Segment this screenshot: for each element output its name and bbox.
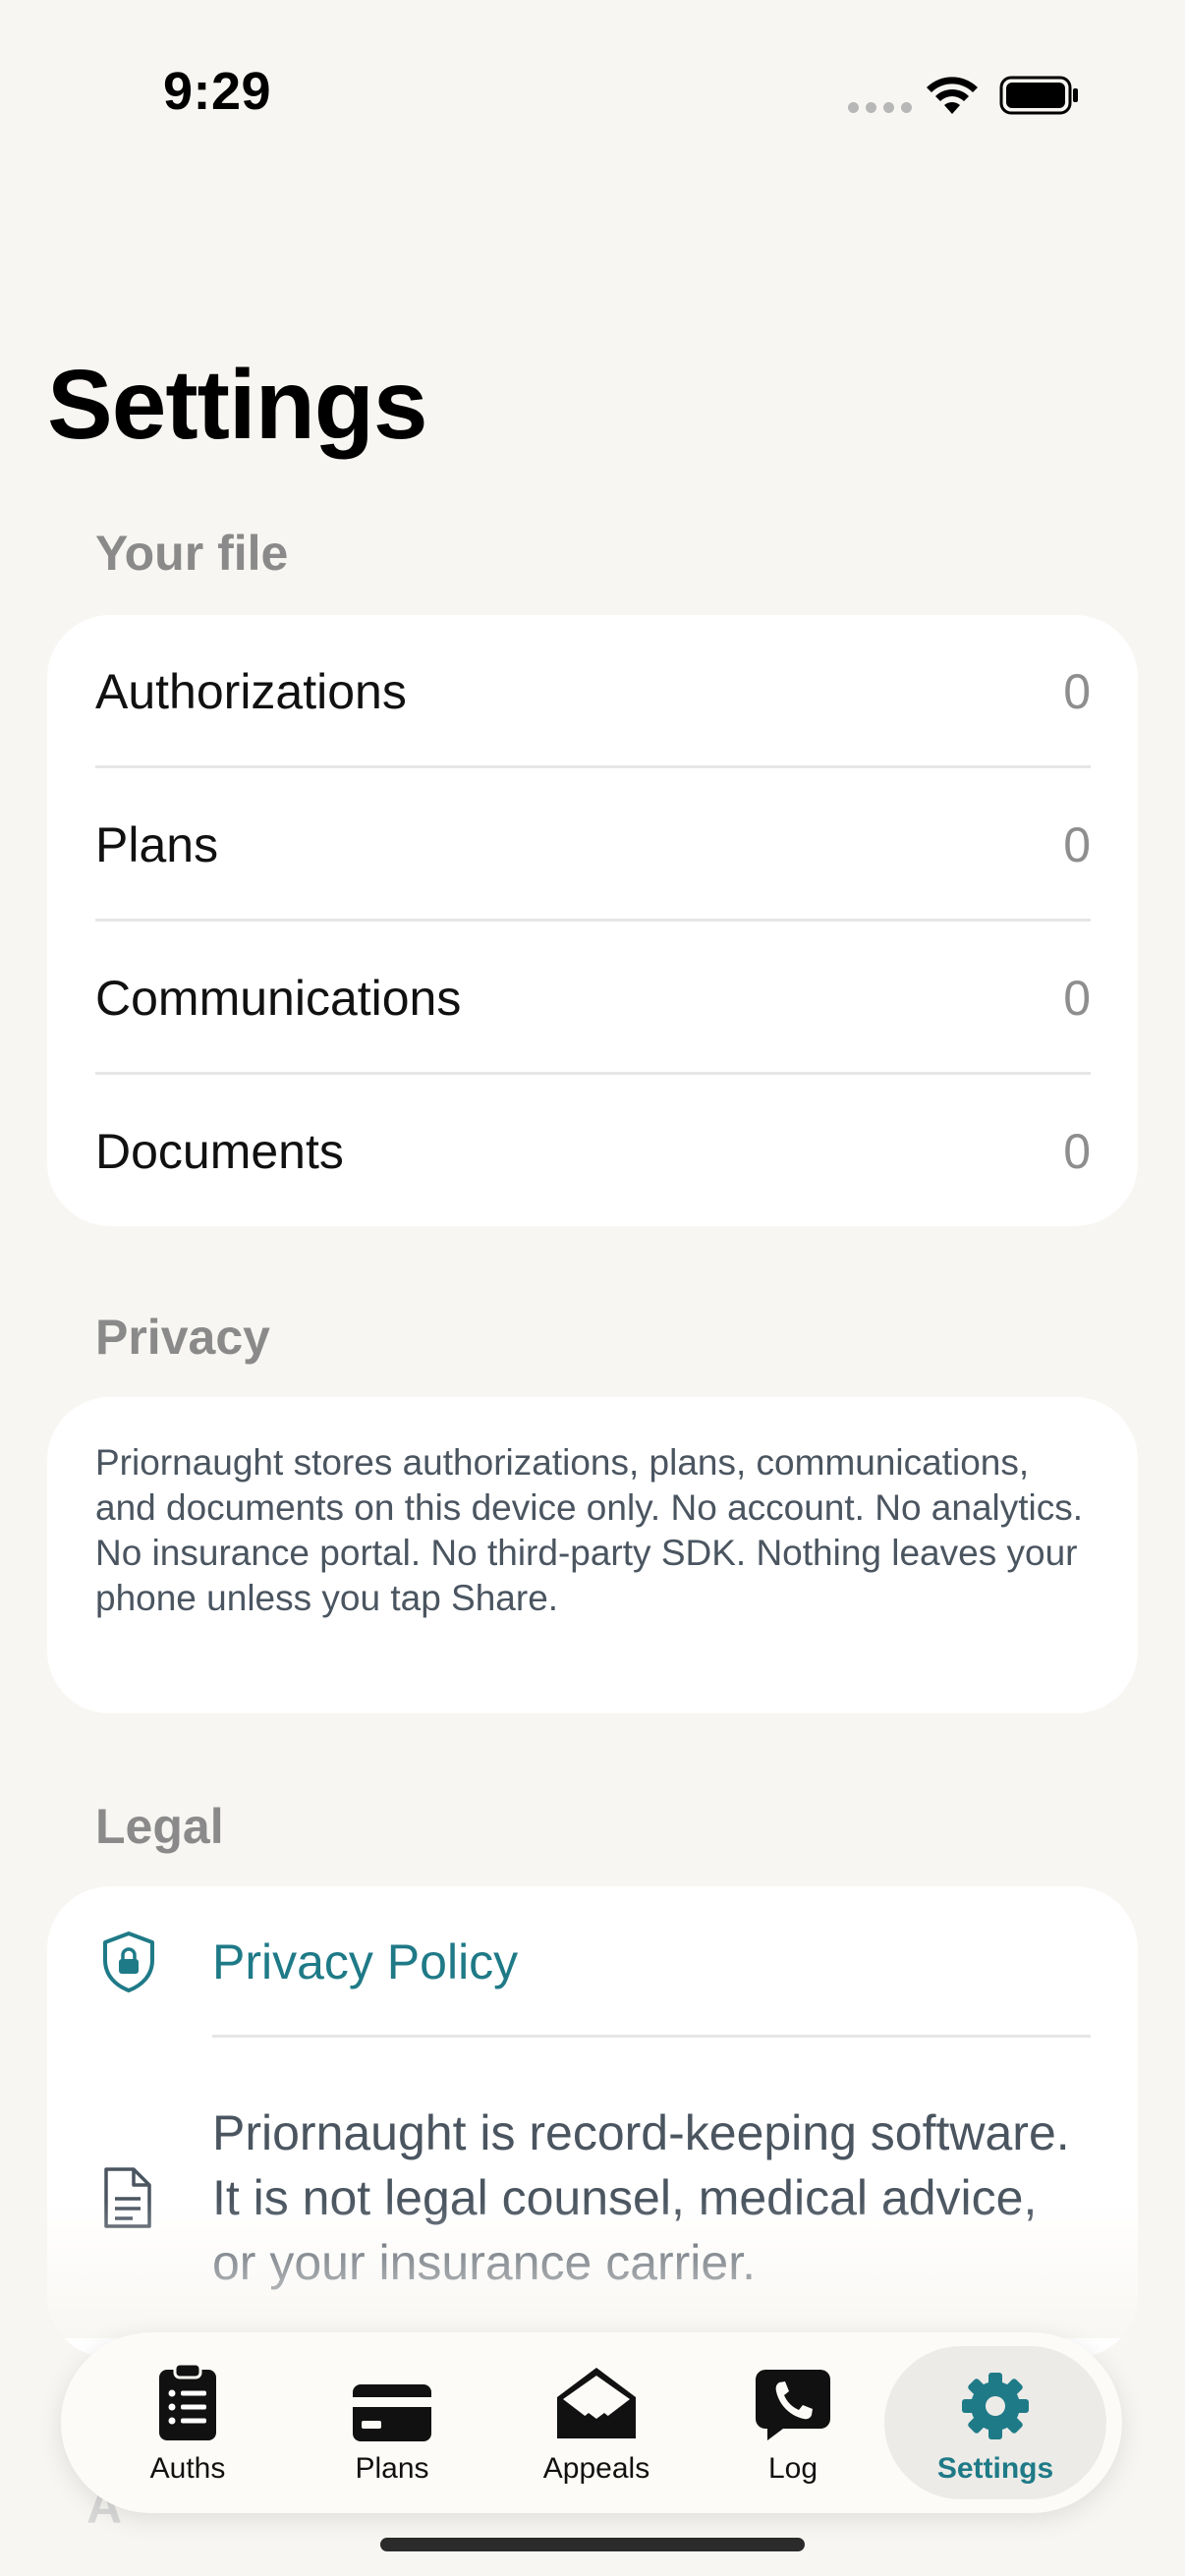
tab-appeals[interactable]: Appeals [503,2346,690,2499]
tab-settings[interactable]: Settings [884,2346,1106,2499]
credit-card-icon [353,2384,431,2441]
shield-lock-icon [103,1932,154,1992]
document-icon [104,2167,151,2228]
home-indicator [380,2538,805,2551]
disclaimer-row: Priornaught is record-keeping software. … [47,2038,1138,2358]
status-time: 9:29 [163,62,272,121]
tab-plans[interactable]: Plans [305,2346,480,2499]
page-title: Settings [47,350,427,460]
clipboard-list-icon [159,2362,216,2440]
legal-disclaimer: Priornaught is record-keeping software. … [212,2105,1070,2290]
your-file-card: Authorizations 0 Plans 0 Communications … [47,615,1138,1226]
cellular-signal-icon [848,102,912,113]
privacy-policy-link[interactable]: Privacy Policy [212,1933,518,1990]
row-label: Plans [95,817,219,872]
envelope-open-icon [557,2368,636,2438]
row-count: 0 [1063,817,1091,872]
tab-label: Log [767,2452,818,2485]
section-header-legal: Legal [95,1799,224,1854]
file-row-documents[interactable]: Documents 0 [47,1075,1138,1226]
wifi-icon [927,77,978,114]
tab-label: Plans [355,2452,429,2485]
privacy-card: Priornaught stores authorizations, plans… [47,1397,1138,1713]
legal-card: Privacy Policy Priornaught is record-kee… [47,1886,1138,2358]
row-count: 0 [1063,971,1091,1026]
row-label: Communications [95,971,462,1026]
row-count: 0 [1063,664,1091,719]
section-header-privacy: Privacy [95,1310,270,1365]
file-row-authorizations[interactable]: Authorizations 0 [47,615,1138,768]
tab-log[interactable]: Log [705,2346,880,2499]
gear-icon [962,2373,1029,2439]
privacy-policy-row[interactable]: Privacy Policy [47,1886,1138,2038]
row-label: Authorizations [95,664,407,719]
phone-bubble-icon [756,2370,830,2440]
tab-auths[interactable]: Auths [100,2346,275,2499]
privacy-description: Priornaught stores authorizations, plans… [95,1442,1084,1618]
battery-icon [999,76,1078,115]
status-bar: 9:29 [0,0,1185,187]
tab-label: Auths [149,2452,226,2485]
tab-bar: Auths Plans Appeals Log Settings [61,2332,1122,2513]
row-label: Documents [95,1124,344,1179]
row-count: 0 [1063,1124,1091,1179]
tab-label: Appeals [542,2452,650,2485]
settings-screen: 9:29 Settings Your file Authorizations 0… [0,0,1185,2576]
section-header-your-file: Your file [95,526,289,581]
tab-label: Settings [936,2452,1054,2485]
file-row-plans[interactable]: Plans 0 [47,768,1138,922]
file-row-communications[interactable]: Communications 0 [47,922,1138,1075]
